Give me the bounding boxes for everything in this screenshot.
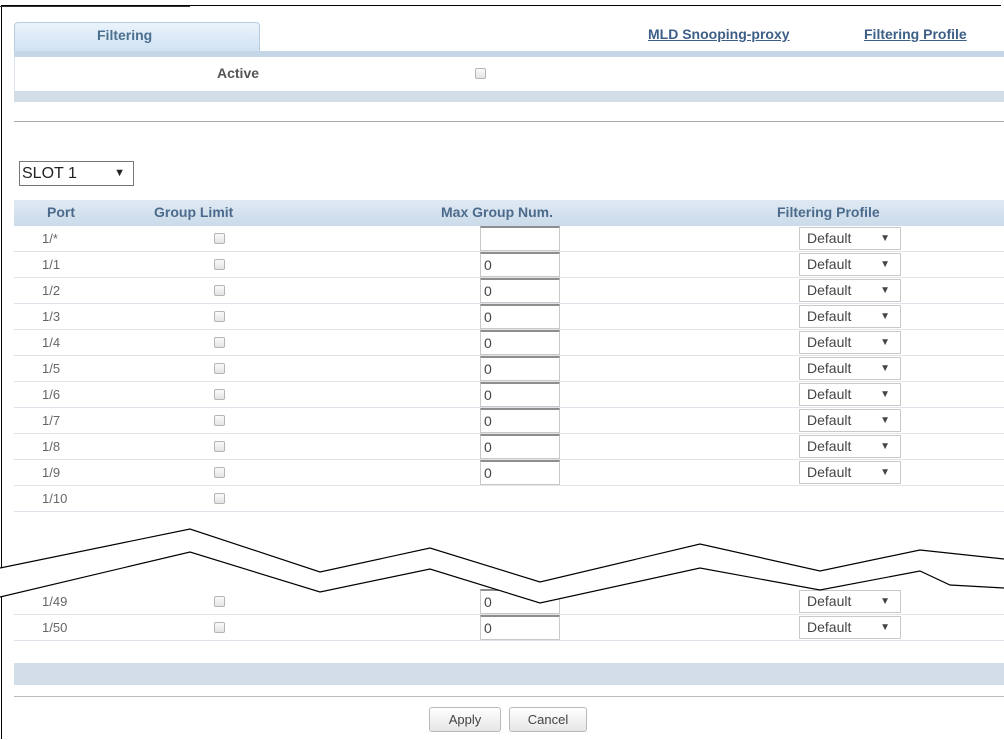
table-footer-bar (14, 663, 1004, 685)
footer-divider (14, 696, 1004, 697)
apply-button[interactable]: Apply (429, 707, 501, 732)
table-break-indicator (0, 528, 1004, 604)
cancel-button[interactable]: Cancel (509, 707, 587, 732)
